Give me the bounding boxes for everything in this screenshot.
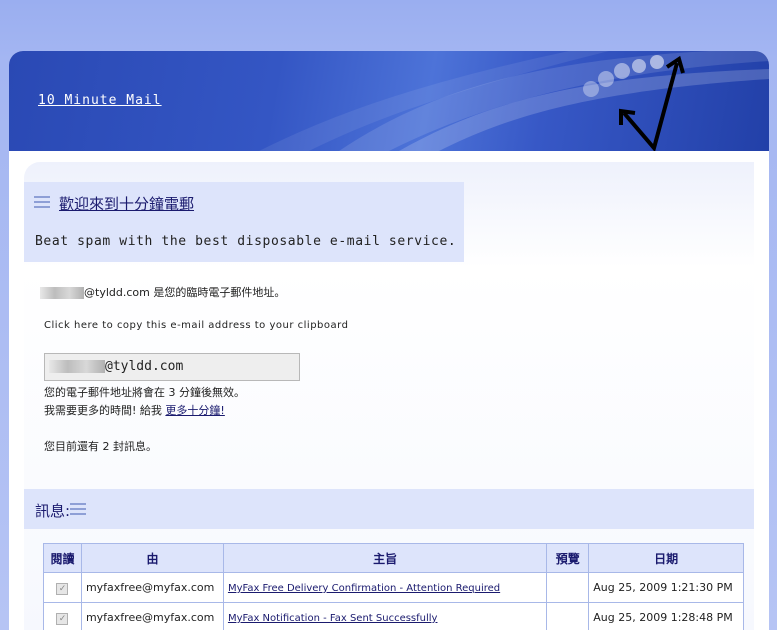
col-read: 閱讀 — [43, 543, 82, 573]
messages-title: 訊息: — [35, 502, 71, 520]
read-cell: ✓ — [43, 572, 82, 603]
read-checkbox[interactable]: ✓ — [56, 612, 69, 625]
site-title-link[interactable]: 10 Minute Mail — [38, 93, 162, 108]
welcome-title-link[interactable]: 歡迎來到十分鐘電郵 — [59, 193, 194, 214]
read-checkbox[interactable]: ✓ — [56, 582, 69, 595]
welcome-subtitle: Beat spam with the best disposable e-mai… — [35, 234, 457, 249]
col-date: 日期 — [588, 543, 744, 573]
col-preview: 預覽 — [546, 543, 590, 573]
site-header: 10 Minute Mail — [9, 51, 769, 151]
date-cell: Aug 25, 2009 1:21:30 PM — [588, 572, 744, 603]
from-cell: myfaxfree@myfax.com — [80, 602, 224, 630]
address-description: 是您的臨時電子郵件地址。 — [153, 286, 286, 299]
expiry-notice: 您的電子郵件地址將會在 3 分鐘後無效。 — [44, 386, 245, 399]
menu-icon — [34, 196, 50, 208]
col-from: 由 — [80, 543, 224, 573]
menu-icon — [70, 503, 86, 515]
table-row[interactable]: ✓ myfaxfree@myfax.com MyFax Notification… — [43, 602, 744, 630]
preview-cell — [546, 602, 590, 630]
read-cell: ✓ — [43, 602, 82, 630]
address-line: @tyldd.com 是您的臨時電子郵件地址。 — [40, 284, 285, 300]
subject-link[interactable]: MyFax Free Delivery Confirmation - Atten… — [228, 583, 500, 594]
messages-section-header: 訊息: — [24, 489, 754, 529]
messages-table: 閱讀 由 主旨 預覽 日期 ✓ myfaxfree@myfax.com MyFa… — [43, 543, 744, 630]
page-frame: 10 Minute Mail 歡迎來到十分鐘電郵 Beat spam with … — [9, 51, 769, 630]
preview-cell — [546, 572, 590, 603]
redacted-username — [40, 287, 84, 299]
col-subject: 主旨 — [222, 543, 548, 573]
more-time-link[interactable]: 更多十分鐘! — [165, 404, 224, 417]
subject-cell: MyFax Free Delivery Confirmation - Atten… — [222, 572, 548, 603]
email-field-domain: @tyldd.com — [105, 359, 184, 374]
address-domain: @tyldd.com — [84, 286, 150, 299]
more-time-prefix: 我需要更多的時間! 給我 — [44, 404, 162, 417]
subject-cell: MyFax Notification - Fax Sent Successful… — [222, 602, 548, 630]
copy-address-link[interactable]: Click here to copy this e-mail address t… — [44, 320, 348, 331]
email-address-field[interactable]: @tyldd.com — [44, 353, 300, 381]
welcome-panel: 歡迎來到十分鐘電郵 Beat spam with the best dispos… — [24, 182, 464, 262]
table-row[interactable]: ✓ myfaxfree@myfax.com MyFax Free Deliver… — [43, 572, 744, 603]
redacted-username — [49, 360, 105, 373]
message-count: 您目前還有 2 封訊息。 — [44, 440, 157, 453]
more-time-line: 我需要更多的時間! 給我 更多十分鐘! — [44, 402, 225, 418]
table-header-row: 閱讀 由 主旨 預覽 日期 — [43, 543, 744, 573]
main-content: 歡迎來到十分鐘電郵 Beat spam with the best dispos… — [24, 162, 754, 630]
from-cell: myfaxfree@myfax.com — [80, 572, 224, 603]
subject-link[interactable]: MyFax Notification - Fax Sent Successful… — [228, 613, 438, 624]
date-cell: Aug 25, 2009 1:28:48 PM — [588, 602, 744, 630]
